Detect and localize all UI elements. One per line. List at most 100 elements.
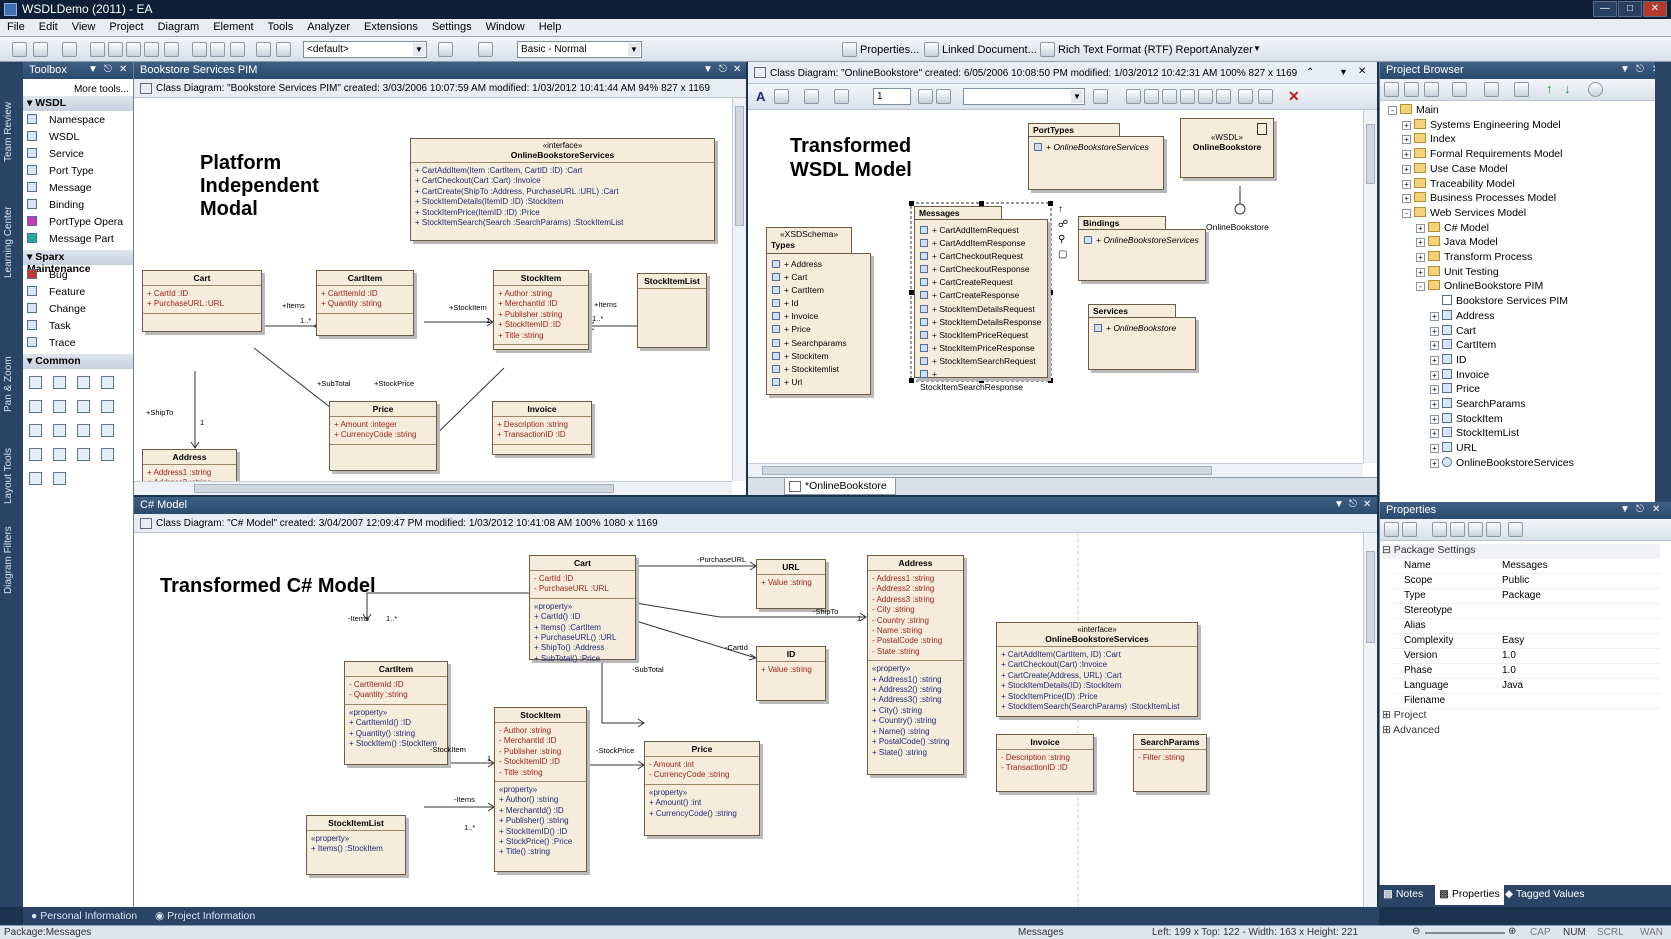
tab-personal-information[interactable]: ● Personal Information	[31, 910, 137, 922]
menu-extensions[interactable]: Extensions	[357, 19, 425, 33]
tab-properties[interactable]: ▩ Properties	[1435, 885, 1504, 905]
tree-item[interactable]: + ID	[1430, 353, 1467, 369]
rtf-report-button[interactable]: Rich Text Format (RTF) Report...	[1058, 44, 1218, 56]
pin-icon[interactable]: ⎋	[719, 64, 727, 75]
style-combo[interactable]: Basic - Normal ▼	[517, 41, 642, 58]
tab-notes[interactable]: ▩ Notes	[1383, 888, 1423, 900]
tree-item[interactable]: + Index	[1402, 133, 1456, 148]
cut-icon[interactable]	[90, 42, 105, 57]
undo-icon[interactable]	[144, 42, 159, 57]
expand-icon[interactable]: +	[1430, 400, 1439, 409]
tree-item[interactable]: + Invoice	[1430, 368, 1489, 384]
tree-item[interactable]: + OnlineBookstoreServices	[1430, 456, 1574, 472]
property-group-project[interactable]: ⊞ Project	[1382, 709, 1660, 724]
parent-icon[interactable]	[1486, 522, 1501, 537]
properties-button[interactable]: Properties...	[860, 44, 919, 56]
toolbox-section-wsdl[interactable]: ▾ WSDL	[23, 96, 133, 111]
property-value[interactable]: Easy	[1502, 635, 1524, 646]
scroll-thumb[interactable]	[1366, 124, 1375, 184]
properties-icon[interactable]	[842, 42, 857, 57]
scroll-thumb[interactable]	[1366, 551, 1375, 643]
line-width-input[interactable]: 1	[873, 88, 911, 105]
magnifier-icon[interactable]: ⚲	[1058, 232, 1072, 247]
toolbox-message[interactable]: Message	[27, 182, 92, 197]
tree-item[interactable]: + Systems Engineering Model	[1402, 118, 1561, 134]
cs-class-online-bookstore-services[interactable]: «interface» OnlineBookstoreServices + Car…	[996, 622, 1198, 717]
close-icon[interactable]: ✕	[1363, 499, 1371, 510]
help-icon[interactable]	[1588, 82, 1603, 97]
wsdl-canvas[interactable]: Transformed WSDL Model + OnlineBookstore…	[748, 110, 1363, 463]
menu-settings[interactable]: Settings	[425, 19, 479, 33]
open-icon[interactable]	[33, 42, 48, 57]
categorized-icon[interactable]	[1384, 522, 1399, 537]
wsdl-node-online-bookstore[interactable]: «WSDL» OnlineBookstore	[1180, 118, 1274, 178]
menu-project[interactable]: Project	[102, 19, 150, 33]
expand-icon[interactable]: +	[1402, 179, 1411, 189]
package-member[interactable]: + OnlineBookstoreServices	[1084, 234, 1200, 247]
palette-icon[interactable]	[438, 42, 453, 57]
cs-class-address[interactable]: Address - Address1 :string - Address2 :st…	[867, 555, 964, 775]
property-row[interactable]: Complexity Easy	[1392, 634, 1660, 649]
property-group-advanced[interactable]: ⊞ Advanced	[1382, 724, 1660, 739]
pim-vertical-scrollbar[interactable]	[732, 98, 746, 481]
package-member[interactable]: + Stockitemlist	[772, 363, 865, 376]
package-member[interactable]: + Invoice	[772, 310, 865, 323]
page-icon[interactable]	[210, 42, 225, 57]
text-icon[interactable]	[77, 376, 90, 389]
package-member[interactable]: + OnlineBookstore	[1094, 322, 1190, 335]
line-color-icon[interactable]	[834, 89, 849, 104]
expand-icon[interactable]: +	[1416, 223, 1425, 233]
tree-item[interactable]: + Cart	[1430, 324, 1476, 340]
expand-icon[interactable]: +	[1430, 385, 1439, 395]
selection-handle[interactable]	[1048, 378, 1053, 383]
pin-icon[interactable]: ⎋	[1349, 499, 1357, 510]
back-icon[interactable]	[1432, 522, 1447, 537]
csharp-vertical-scrollbar[interactable]	[1363, 533, 1377, 907]
linked-document-icon[interactable]	[924, 42, 939, 57]
tree-item[interactable]: + Java Model	[1416, 236, 1498, 251]
toolbox-task[interactable]: Task	[27, 320, 71, 335]
tree-item[interactable]: + CartItem	[1430, 339, 1496, 354]
same-width-icon[interactable]	[1198, 89, 1213, 104]
connector-icon[interactable]	[53, 472, 66, 485]
maximize-button[interactable]: □	[1618, 1, 1642, 17]
chevron-down-icon[interactable]: ▼	[1253, 44, 1261, 53]
pin-icon[interactable]: ⎋	[104, 64, 112, 75]
tree-item[interactable]: + C# Model	[1416, 221, 1489, 237]
close-button[interactable]: ✕	[1643, 1, 1667, 17]
expand-icon[interactable]: +	[1430, 355, 1439, 365]
toolbox-porttype-operation[interactable]: PortType Opera	[27, 216, 123, 231]
boundary-icon[interactable]	[101, 400, 114, 413]
matrix-icon[interactable]	[101, 424, 114, 437]
note-link-icon[interactable]	[29, 472, 42, 485]
zoom-slider[interactable]	[1425, 932, 1505, 934]
properties-small-icon[interactable]	[1514, 82, 1529, 97]
package-member[interactable]: + StockItemDetailsResponse	[920, 316, 1042, 329]
delete-icon[interactable]: ✕	[1288, 88, 1300, 105]
menu-edit[interactable]: Edit	[32, 19, 65, 33]
collapse-icon[interactable]: -	[1402, 208, 1411, 218]
pim-canvas[interactable]: Platform Independent Modal «interface» On…	[134, 98, 732, 481]
expand-icon[interactable]: +	[1430, 370, 1439, 380]
toolbox-port-type[interactable]: Port Type	[27, 165, 94, 180]
pin-icon[interactable]: ⎋	[1636, 64, 1644, 75]
zoom-out-icon[interactable]: ⊖	[1412, 926, 1420, 937]
rtf-report-icon[interactable]	[1040, 42, 1055, 57]
selection-handle[interactable]	[1048, 290, 1053, 295]
wsdl-horizontal-scrollbar[interactable]	[748, 463, 1363, 477]
tree-item[interactable]: + StockItemList	[1430, 427, 1519, 442]
menu-analyzer[interactable]: Analyzer	[300, 19, 357, 33]
tab-diagram-filters[interactable]: Diagram Filters	[3, 508, 19, 594]
chevron-down-icon[interactable]: ▼	[1620, 64, 1630, 75]
chevron-down-icon[interactable]: ▼	[628, 43, 640, 56]
property-value[interactable]: Messages	[1502, 560, 1548, 571]
chevron-down-icon[interactable]: ▼	[1071, 90, 1083, 103]
dependency-icon[interactable]	[53, 448, 66, 461]
copy-icon[interactable]	[108, 42, 123, 57]
order-icon[interactable]	[1238, 89, 1253, 104]
tree-item[interactable]: + StockItem	[1430, 412, 1503, 428]
print-icon[interactable]	[230, 42, 245, 57]
link-icon[interactable]: ☍	[1058, 217, 1072, 232]
font-combo[interactable]: ▼	[963, 88, 1085, 105]
new-icon[interactable]	[12, 42, 27, 57]
